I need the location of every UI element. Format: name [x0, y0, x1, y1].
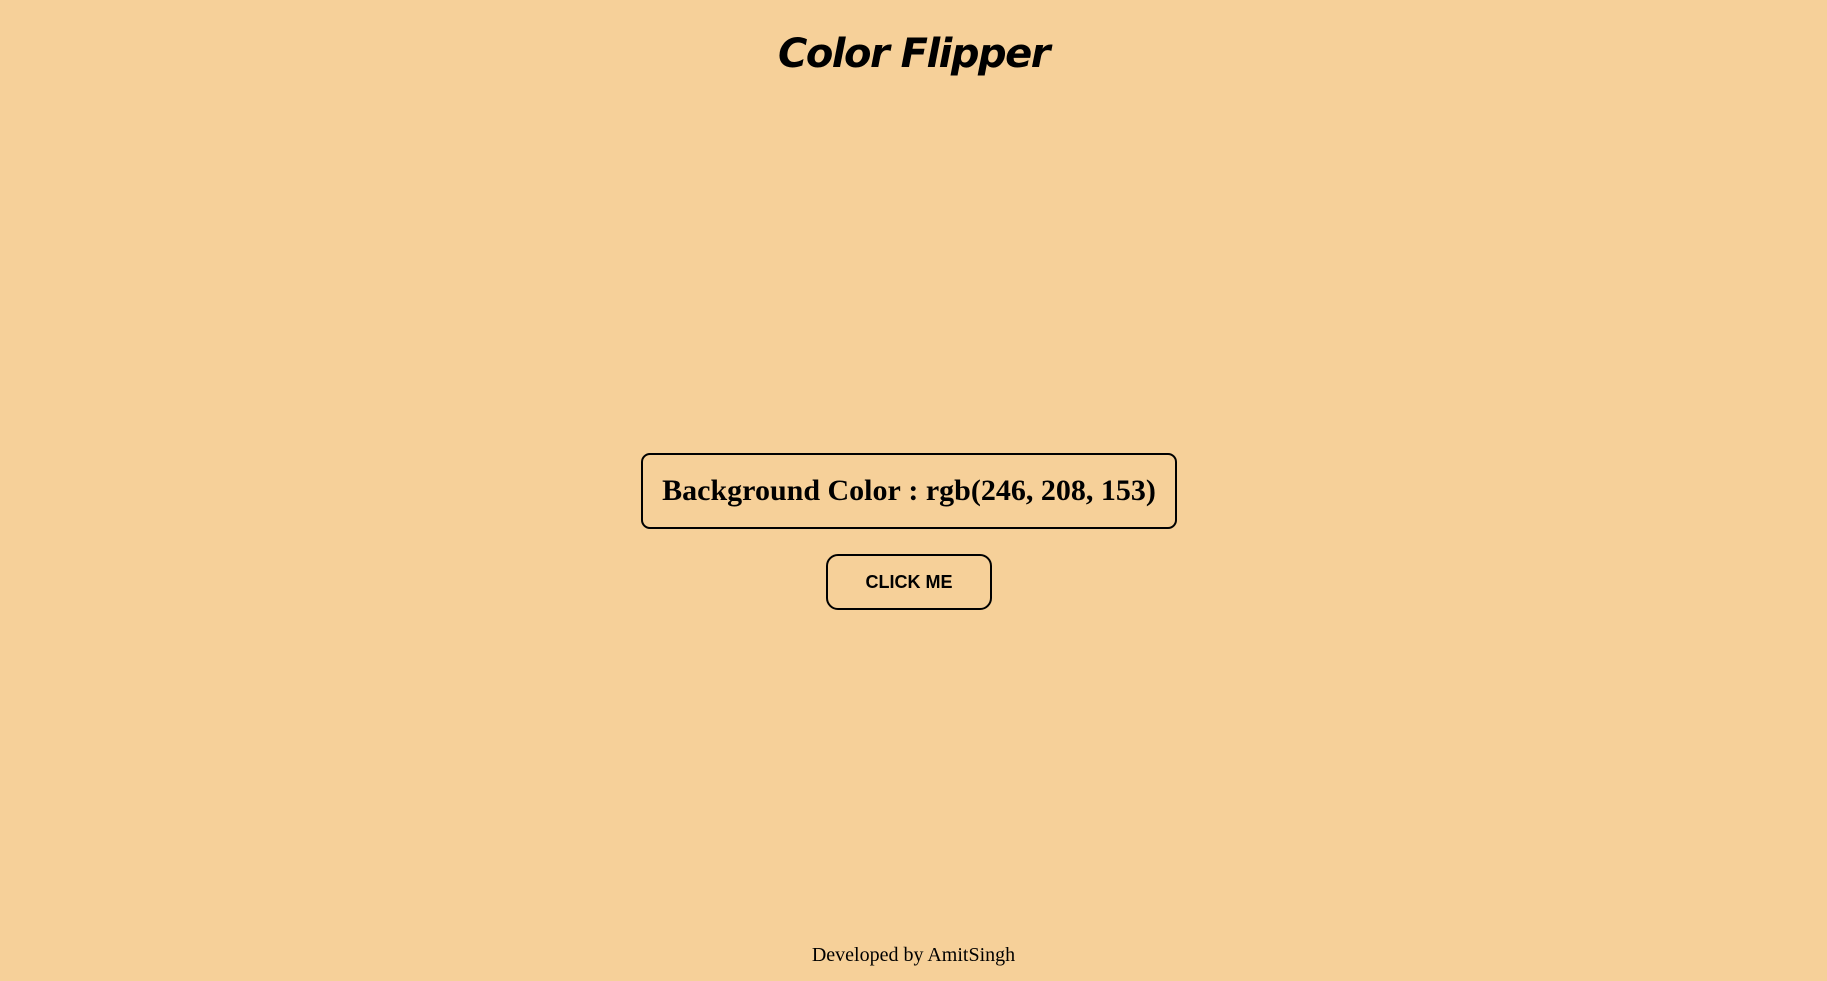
background-color-value: rgb(246, 208, 153): [925, 474, 1156, 507]
background-color-display: Background Color : rgb(246, 208, 153): [641, 453, 1177, 529]
background-color-label: Background Color: [662, 474, 901, 507]
background-color-separator: :: [900, 474, 926, 507]
footer-credit: Developed by AmitSingh: [811, 944, 1016, 966]
page-title: Color Flipper: [777, 31, 1051, 77]
click-me-button[interactable]: CLICK ME: [826, 554, 992, 610]
page-background: { "header": { "title": "Color Flipper" }…: [0, 0, 1827, 981]
